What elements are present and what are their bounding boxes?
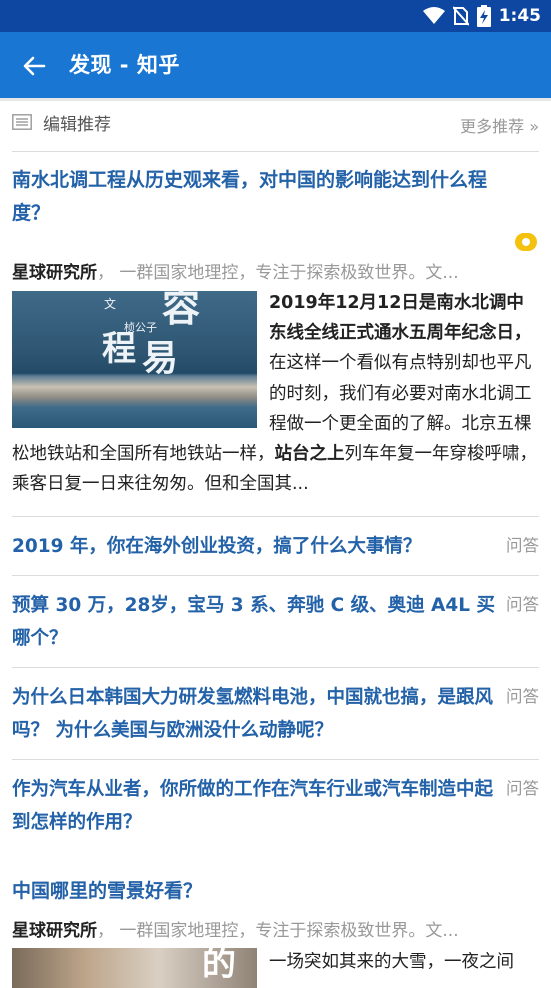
excerpt-bold-2: 站台之上: [274, 444, 345, 465]
qa-tag: 问答: [506, 779, 539, 798]
back-arrow-icon[interactable]: [20, 52, 48, 80]
item-divider: [12, 667, 539, 668]
author-bio: 一群国家地理控，专注于探索极致世界。文...: [119, 921, 459, 941]
thumb-char: 的: [202, 948, 236, 984]
second-author-line: 星球研究所， 一群国家地理控，专注于探索极致世界。文...: [12, 916, 502, 941]
question-title[interactable]: 2019 年，你在海外创业投资，搞了什么大事情？: [12, 530, 502, 563]
more-recommendations-link[interactable]: 更多推荐 »: [460, 113, 539, 137]
author-name[interactable]: 星球研究所: [12, 263, 97, 283]
section-divider: [12, 151, 539, 152]
item-divider: [12, 759, 539, 760]
qa-tag: 问答: [506, 536, 539, 555]
featured-article-title[interactable]: 南水北调工程从历史观来看，对中国的影响能达到什么程度？: [12, 164, 512, 230]
question-title[interactable]: 预算 30 万，28岁，宝马 3 系、奔驰 C 级、奥迪 A4L 买哪个？: [12, 589, 502, 655]
app-bar: 发现 - 知乎: [0, 32, 551, 98]
question-title[interactable]: 为什么日本韩国大力研发氢燃料电池，中国就也搞，是跟风吗？ 为什么美国与欧洲没什么…: [12, 681, 502, 747]
item-divider: [12, 575, 539, 576]
second-excerpt[interactable]: 一场突如其来的大雪，一夜之间: [269, 948, 514, 973]
list-item[interactable]: 为什么日本韩国大力研发氢燃料电池，中国就也搞，是跟风吗？ 为什么美国与欧洲没什么…: [12, 681, 539, 747]
question-title[interactable]: 作为汽车从业者，你所做的工作在汽车行业或汽车制造中起到怎样的作用？: [12, 773, 502, 839]
list-icon: [12, 114, 32, 130]
item-divider: [12, 516, 539, 517]
list-item[interactable]: 2019 年，你在海外创业投资，搞了什么大事情？ 问答: [12, 530, 539, 563]
featured-excerpt[interactable]: 2019年12月12日是南水北调中东线全线正式通水五周年纪念日，在这样一个看似有…: [12, 288, 539, 499]
section-header: 编辑推荐 更多推荐 »: [12, 108, 539, 140]
wifi-icon: [422, 7, 445, 24]
status-bar: 1:45: [0, 0, 551, 32]
excerpt-bold-1: 2019年12月12日是南水北调中东线全线正式通水五周年纪念日，: [269, 293, 532, 344]
list-item[interactable]: 作为汽车从业者，你所做的工作在汽车行业或汽车制造中起到怎样的作用？ 问答: [12, 773, 539, 839]
author-separator: ，: [97, 263, 114, 283]
qa-tag: 问答: [506, 687, 539, 706]
clock: 1:45: [498, 6, 541, 26]
page-title: 发现 - 知乎: [69, 53, 180, 77]
section-label: 编辑推荐: [43, 115, 111, 135]
no-sim-icon: [452, 6, 469, 26]
second-article-image[interactable]: 的: [12, 948, 257, 988]
list-item[interactable]: 预算 30 万，28岁，宝马 3 系、奔驰 C 级、奥迪 A4L 买哪个？ 问答: [12, 589, 539, 655]
battery-charging-icon: [476, 5, 491, 27]
author-name[interactable]: 星球研究所: [12, 921, 97, 941]
featured-author-line: 星球研究所， 一群国家地理控，专注于探索极致世界。文...: [12, 258, 502, 283]
top-divider: [0, 98, 551, 101]
author-separator: ，: [97, 921, 114, 941]
qa-tag: 问答: [506, 595, 539, 614]
new-badge: [515, 233, 537, 251]
author-bio: 一群国家地理控，专注于探索极致世界。文...: [119, 263, 459, 283]
second-article-title[interactable]: 中国哪里的雪景好看？: [12, 875, 512, 908]
status-icons: 1:45: [422, 0, 541, 32]
